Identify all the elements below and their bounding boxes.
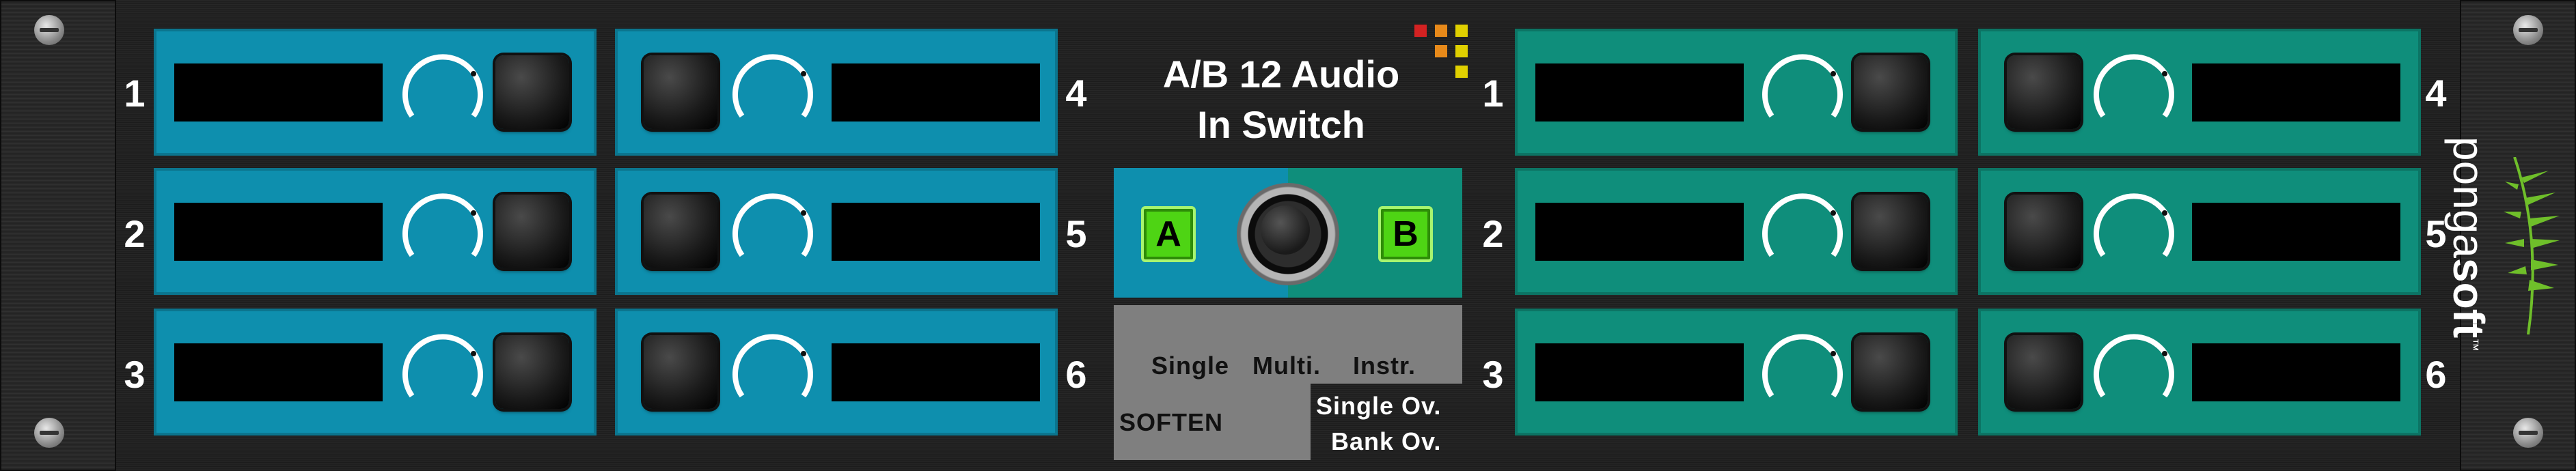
slot-number: 4 [1065,72,1087,115]
slot-display [1535,63,1744,122]
plugin-title-line2: In Switch [1197,103,1365,146]
bank-a-slot-1 [154,29,597,156]
slot-number: 4 [2425,72,2447,115]
slot-display [2192,343,2400,401]
knob-icon [2094,54,2174,118]
mode-single[interactable]: Single [1151,352,1229,380]
knob-icon [402,334,483,398]
bank-a-slot-5 [615,168,1058,295]
slot-display [832,203,1040,261]
knob-icon [2094,334,2174,398]
ab-toggle-button[interactable] [1237,183,1339,285]
knob-icon [1762,334,1843,398]
slot-button[interactable] [495,55,569,129]
slot-display [2192,63,2400,122]
slot-button[interactable] [1854,55,1928,129]
slot-button[interactable] [495,335,569,409]
bank-a-slot-4 [615,29,1058,156]
slot-display [174,343,383,401]
slot-display [174,63,383,122]
bank-b-slot-6 [1978,309,2421,436]
bank-b-slot-1 [1515,29,1958,156]
slot-number: 3 [1482,353,1504,396]
slot-number: 5 [1065,212,1087,255]
slot-number: 1 [1482,72,1504,115]
plugin-title-line1: A/B 12 Audio [1162,53,1400,96]
slot-button[interactable] [644,195,717,268]
slot-number: 6 [2425,353,2447,396]
a-button[interactable]: A [1141,206,1196,262]
bank-b-slot-4 [1978,29,2421,156]
fern-logo-icon [2504,157,2560,334]
bank-b-slot-5 [1978,168,2421,295]
knob-icon [2094,193,2174,257]
bank-a-slot-2 [154,168,597,295]
knob[interactable] [2091,49,2177,135]
slot-button[interactable] [644,55,717,129]
bank-b-slot-2 [1515,168,1958,295]
slot-display [1535,203,1744,261]
bank-a-slot-3 [154,309,597,436]
slot-display [174,203,383,261]
slot-number: 3 [124,353,146,396]
rack-panel: 1 2 3 4 5 6 A/B 12 Audio In Switch A B S… [0,0,2576,471]
mode-instr[interactable]: Instr. [1353,352,1416,380]
slot-number: 6 [1065,353,1087,396]
b-button[interactable]: B [1378,206,1433,262]
knob[interactable] [730,188,816,274]
screw-icon [34,15,64,45]
screw-icon [2513,418,2543,448]
bank-b-slot-3 [1515,309,1958,436]
rack-ear-left [0,0,116,471]
knob-icon [1762,54,1843,118]
slot-number: 1 [124,72,146,115]
knob-icon [732,193,813,257]
knob[interactable] [1759,329,1846,415]
slot-button[interactable] [2007,195,2081,268]
bank-ov-toggle[interactable]: Bank Ov. [1331,427,1441,456]
slot-button[interactable] [1854,195,1928,268]
knob[interactable] [1759,49,1846,135]
single-ov-toggle[interactable]: Single Ov. [1316,392,1441,420]
screw-icon [34,418,64,448]
brand-left: ponga [2444,137,2493,258]
knob[interactable] [730,329,816,415]
slot-button[interactable] [2007,335,2081,409]
knob[interactable] [2091,188,2177,274]
knob-icon [1762,193,1843,257]
slot-display [1535,343,1744,401]
knob[interactable] [2091,329,2177,415]
slot-number: 2 [1482,212,1504,255]
knob-icon [732,334,813,398]
brand-tm: ™ [2465,338,2481,352]
knob-icon [402,193,483,257]
knob[interactable] [730,49,816,135]
slot-number: 2 [124,212,146,255]
knob-icon [402,54,483,118]
knob[interactable] [1759,188,1846,274]
knob-icon [732,54,813,118]
screw-icon [2513,15,2543,45]
mode-multi[interactable]: Multi. [1252,352,1321,380]
knob[interactable] [400,188,486,274]
knob[interactable] [400,329,486,415]
slot-display [2192,203,2400,261]
soften-toggle[interactable]: SOFTEN [1119,408,1223,437]
slot-display [832,343,1040,401]
bank-a-slot-6 [615,309,1058,436]
slot-button[interactable] [2007,55,2081,129]
slot-display [832,63,1040,122]
slot-button[interactable] [495,195,569,268]
slot-button[interactable] [1854,335,1928,409]
brand-right: soft [2444,257,2493,339]
brand-logo: pongasoft™ [2443,137,2494,352]
knob[interactable] [400,49,486,135]
slot-button[interactable] [644,335,717,409]
